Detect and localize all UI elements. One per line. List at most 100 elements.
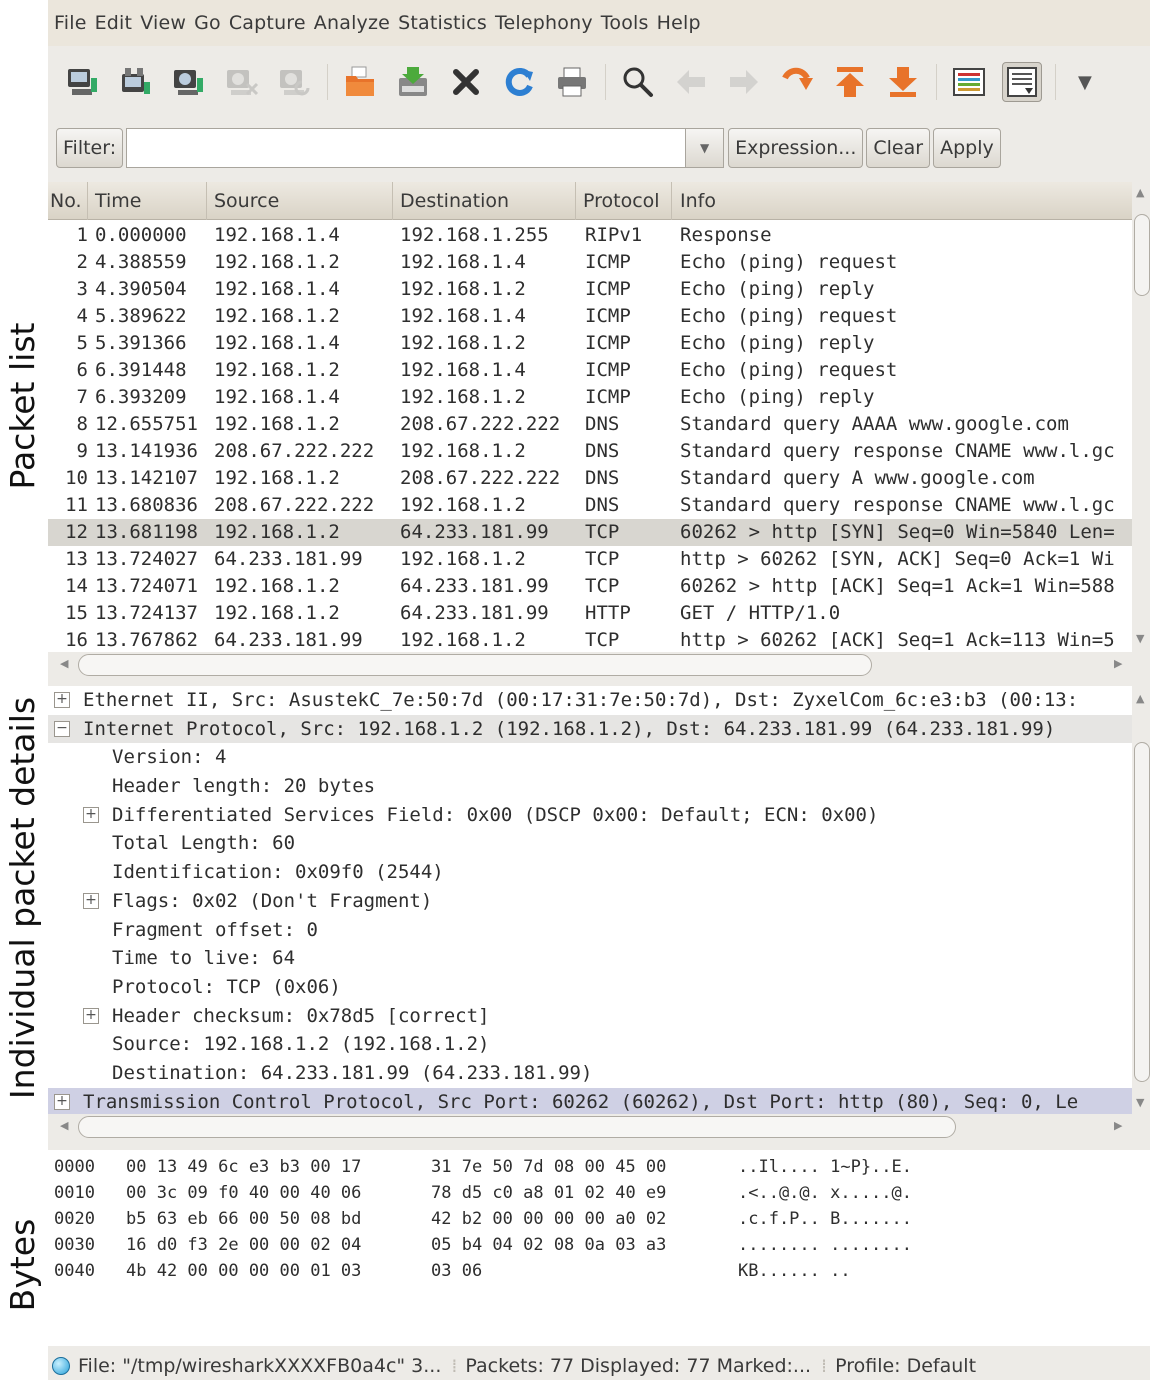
detail-line[interactable]: + Ethernet II, Src: AsustekC_7e:50:7d (00… — [48, 686, 1132, 715]
toolbar-overflow-icon[interactable]: ▼ — [1078, 72, 1092, 93]
go-last-packet-icon[interactable] — [883, 62, 923, 102]
detail-line[interactable]: Fragment offset: 0 — [48, 916, 1132, 945]
scroll-right-icon[interactable]: ▶ — [1114, 1119, 1122, 1132]
packet-row[interactable]: 5 5.391366 192.168.1.4 192.168.1.2 ICMP Echo … — [48, 330, 1132, 357]
detail-line[interactable]: + Transmission Control Protocol, Src Port… — [48, 1087, 1132, 1114]
open-file-icon[interactable] — [340, 62, 380, 102]
packet-row[interactable]: 15 13.724137 192.168.1.2 64.233.181.99 HTTP G… — [48, 600, 1132, 627]
packet-row[interactable]: 1 0.000000 192.168.1.4 192.168.1.255 RIPv1 Re… — [48, 222, 1132, 249]
apply-button[interactable]: Apply — [933, 128, 1001, 168]
go-forward-icon[interactable] — [724, 62, 764, 102]
packet-row[interactable]: 10 13.142107 192.168.1.2 208.67.222.222 DNS S… — [48, 465, 1132, 492]
stop-capture-icon[interactable] — [221, 62, 261, 102]
scroll-left-icon[interactable]: ◀ — [60, 1119, 68, 1132]
close-file-icon[interactable] — [446, 62, 486, 102]
packet-list-vscrollbar[interactable]: ▲ ▼ — [1132, 182, 1150, 652]
column-header-no[interactable]: No. — [48, 182, 88, 220]
details-hscrollbar[interactable]: ◀ ▶ — [48, 1114, 1150, 1138]
packet-cell-proto: ICMP — [585, 251, 631, 273]
menu-go[interactable]: Go — [194, 12, 229, 34]
menu-statistics[interactable]: Statistics — [398, 12, 495, 34]
detail-line[interactable]: Protocol: TCP (0x06) — [48, 973, 1132, 1002]
collapse-icon[interactable]: − — [54, 720, 70, 737]
go-to-packet-icon[interactable] — [777, 62, 817, 102]
packet-row[interactable]: 13 13.724027 64.233.181.99 192.168.1.2 TCP ht… — [48, 546, 1132, 573]
clear-button[interactable]: Clear — [866, 128, 931, 168]
menu-telephony[interactable]: Telephony — [495, 12, 601, 34]
status-profile[interactable]: Profile: Default — [835, 1355, 986, 1377]
go-first-packet-icon[interactable] — [830, 62, 870, 102]
menu-view[interactable]: View — [140, 12, 194, 34]
column-header-time[interactable]: Time — [88, 182, 207, 220]
interfaces-icon[interactable] — [62, 62, 102, 102]
toolbar-separator — [936, 64, 937, 100]
go-back-icon[interactable] — [671, 62, 711, 102]
menu-help[interactable]: Help — [657, 12, 709, 34]
scroll-right-icon[interactable]: ▶ — [1114, 657, 1122, 670]
detail-line[interactable]: − Internet Protocol, Src: 192.168.1.2 (19… — [48, 714, 1132, 744]
packet-row[interactable]: 14 13.724071 192.168.1.2 64.233.181.99 TCP 60… — [48, 573, 1132, 600]
details-hscroll-thumb[interactable] — [78, 1116, 956, 1138]
detail-line[interactable]: Time to live: 64 — [48, 944, 1132, 973]
detail-line[interactable]: Source: 192.168.1.2 (192.168.1.2) — [48, 1030, 1132, 1059]
packet-row[interactable]: 7 6.393209 192.168.1.4 192.168.1.2 ICMP Echo … — [48, 384, 1132, 411]
column-header-source[interactable]: Source — [207, 182, 393, 220]
detail-line[interactable]: Destination: 64.233.181.99 (64.233.181.9… — [48, 1059, 1132, 1088]
packet-row[interactable]: 11 13.680836 208.67.222.222 192.168.1.2 DNS S… — [48, 492, 1132, 519]
detail-line[interactable]: Version: 4 — [48, 743, 1132, 772]
menu-tools[interactable]: Tools — [601, 12, 657, 34]
column-header-protocol[interactable]: Protocol — [576, 182, 672, 220]
expand-icon[interactable]: + — [83, 1007, 99, 1024]
reload-icon[interactable] — [499, 62, 539, 102]
packet-cell-proto: DNS — [585, 467, 620, 489]
packet-row[interactable]: 6 6.391448 192.168.1.2 192.168.1.4 ICMP Echo … — [48, 357, 1132, 384]
expression-button[interactable]: Expression... — [728, 128, 864, 168]
print-icon[interactable] — [552, 62, 592, 102]
detail-line[interactable]: + Flags: 0x02 (Don't Fragment) — [48, 887, 1132, 916]
menu-file[interactable]: File — [54, 12, 95, 34]
packet-row[interactable]: 2 4.388559 192.168.1.2 192.168.1.4 ICMP Echo … — [48, 249, 1132, 276]
filter-button[interactable]: Filter: — [56, 128, 124, 168]
detail-line[interactable]: + Header checksum: 0x78d5 [correct] — [48, 1002, 1132, 1031]
filter-input[interactable] — [126, 128, 687, 168]
detail-line[interactable]: Identification: 0x09f0 (2544) — [48, 858, 1132, 887]
bytes-hex1: 00 3c 09 f0 40 00 40 06 — [126, 1183, 362, 1203]
restart-capture-icon[interactable] — [274, 62, 314, 102]
packet-row[interactable]: 9 13.141936 208.67.222.222 192.168.1.2 DNS St… — [48, 438, 1132, 465]
scroll-up-icon[interactable]: ▲ — [1136, 692, 1144, 705]
detail-line[interactable]: + Differentiated Services Field: 0x00 (DS… — [48, 801, 1132, 830]
filter-dropdown-icon[interactable]: ▼ — [686, 128, 725, 168]
column-header-destination[interactable]: Destination — [393, 182, 576, 220]
scroll-left-icon[interactable]: ◀ — [60, 657, 68, 670]
packet-list-hscrollbar[interactable]: ◀ ▶ — [48, 652, 1150, 676]
expand-icon[interactable]: + — [83, 806, 99, 823]
scroll-down-icon[interactable]: ▼ — [1136, 1096, 1144, 1109]
capture-options-icon[interactable] — [115, 62, 155, 102]
packet-row[interactable]: 4 5.389622 192.168.1.2 192.168.1.4 ICMP Echo … — [48, 303, 1132, 330]
packet-row[interactable]: 16 13.767862 64.233.181.99 192.168.1.2 TCP ht… — [48, 627, 1132, 654]
menu-capture[interactable]: Capture — [229, 12, 314, 34]
expand-icon[interactable]: + — [54, 692, 70, 708]
scroll-up-icon[interactable]: ▲ — [1136, 186, 1144, 199]
find-packet-icon[interactable] — [618, 62, 658, 102]
menu-edit[interactable]: Edit — [95, 12, 141, 34]
packet-list-vscroll-thumb[interactable] — [1134, 214, 1150, 296]
detail-line[interactable]: Header length: 20 bytes — [48, 772, 1132, 801]
column-header-info[interactable]: Info — [672, 182, 1132, 220]
details-vscroll-thumb[interactable] — [1134, 742, 1150, 1082]
packet-row[interactable]: 8 12.655751 192.168.1.2 208.67.222.222 DNS St… — [48, 411, 1132, 438]
menu-analyze[interactable]: Analyze — [314, 12, 398, 34]
packet-list-hscroll-thumb[interactable] — [78, 654, 872, 676]
start-capture-icon[interactable] — [168, 62, 208, 102]
packet-row[interactable]: 3 4.390504 192.168.1.4 192.168.1.2 ICMP Echo … — [48, 276, 1132, 303]
expand-icon[interactable]: + — [83, 892, 99, 909]
save-file-icon[interactable] — [393, 62, 433, 102]
details-vscrollbar[interactable]: ▲ ▼ — [1132, 686, 1150, 1114]
expand-icon[interactable]: + — [54, 1093, 70, 1110]
colorize-icon[interactable] — [949, 62, 989, 102]
scroll-down-icon[interactable]: ▼ — [1136, 632, 1144, 645]
packet-cell-info: Echo (ping) reply — [680, 332, 875, 354]
packet-row[interactable]: 12 13.681198 192.168.1.2 64.233.181.99 TCP 60… — [48, 519, 1132, 546]
detail-line[interactable]: Total Length: 60 — [48, 829, 1132, 858]
auto-scroll-icon[interactable] — [1002, 62, 1042, 102]
